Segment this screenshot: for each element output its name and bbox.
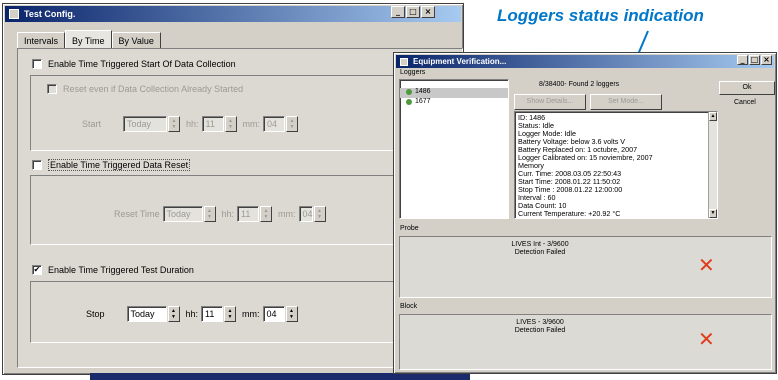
- block-line2: Detection Failed: [514, 327, 566, 334]
- block-label: Block: [400, 303, 418, 310]
- window-controls: _ □ ×: [391, 6, 435, 18]
- collection-mm-label: mm:: [242, 119, 261, 129]
- collection-reset-label: Reset even if Data Collection Already St…: [63, 84, 244, 94]
- tab-by-value[interactable]: By Value: [111, 32, 161, 49]
- duration-day-spin[interactable]: ▲ ▼: [167, 306, 180, 322]
- duration-stop-label: Stop: [86, 309, 105, 319]
- duration-hh-label: hh:: [185, 309, 199, 319]
- found-loggers-text: 8/38400- Found 2 loggers: [539, 81, 620, 88]
- collection-start-row: Start Today ▲ ▼ hh: 11 ▲ ▼ mm: 04 ▲ ▼: [79, 116, 301, 132]
- collection-enable-checkbox[interactable]: [32, 59, 42, 69]
- collection-hh-field[interactable]: 11: [201, 116, 224, 132]
- ok-button[interactable]: Ok: [719, 81, 775, 95]
- collection-enable-label: Enable Time Triggered Start Of Data Coll…: [48, 59, 236, 69]
- cancel-button[interactable]: Cancel: [734, 99, 756, 106]
- equipment-maximize-icon[interactable]: □: [749, 55, 760, 65]
- collection-enable-row: Enable Time Triggered Start Of Data Coll…: [32, 59, 236, 69]
- set-mode-button[interactable]: Set Mode...: [590, 94, 662, 110]
- equipment-app-icon: [400, 57, 408, 66]
- logger-item-1486[interactable]: 1486: [406, 88, 431, 95]
- equipment-title: Equipment Verification...: [413, 57, 507, 66]
- duration-enable-label: Enable Time Triggered Test Duration: [48, 265, 194, 275]
- tab-strip: Intervals By Time By Value: [17, 30, 161, 49]
- block-failed-cross-icon: ✕: [698, 327, 715, 351]
- logger-item-1677[interactable]: 1677: [406, 98, 431, 105]
- block-box: LIVES - 3/9600 Detection Failed ✕: [399, 314, 772, 370]
- collection-hh-spin[interactable]: ▲ ▼: [224, 116, 237, 132]
- duration-hh-field[interactable]: 11: [201, 306, 224, 322]
- collection-day-field[interactable]: Today: [123, 116, 168, 132]
- close-icon[interactable]: ×: [421, 6, 435, 18]
- loggers-label: Loggers: [400, 69, 426, 76]
- reset-hh-label: hh:: [221, 209, 235, 219]
- reset-time-row: Reset Time Today ▲ ▼ hh: 11 ▲ ▼ mm: 04 ▲ ▼: [111, 206, 329, 222]
- equipment-window-controls: _ □ ×: [737, 55, 772, 65]
- equipment-window: Equipment Verification... _ □ × Loggers …: [393, 52, 777, 374]
- reset-time-label: Reset Time: [114, 209, 160, 219]
- logger-id: 1486: [415, 88, 431, 95]
- reset-mm-spin[interactable]: ▲ ▼: [313, 206, 326, 222]
- duration-hh-spin[interactable]: ▲ ▼: [224, 306, 237, 322]
- taskbar-strip: [90, 373, 470, 380]
- probe-box: LIVES Int - 3/9600 Detection Failed ✕: [399, 236, 772, 298]
- equipment-minimize-icon[interactable]: _: [737, 55, 748, 65]
- info-scrollbar[interactable]: ▲ ▼: [708, 112, 717, 218]
- logger-icon: [406, 98, 412, 105]
- collection-hh-label: hh:: [186, 119, 199, 129]
- duration-enable-checkbox[interactable]: ✔: [32, 265, 42, 275]
- collection-day-spin[interactable]: ▲ ▼: [168, 116, 181, 132]
- loggers-list[interactable]: 1486 1677: [399, 79, 509, 219]
- probe-line1: LIVES Int - 3/9600: [511, 241, 569, 248]
- reset-enable-label: Enable Time Triggered Data Reset: [48, 159, 191, 171]
- duration-enable-row: ✔ Enable Time Triggered Test Duration: [32, 265, 194, 275]
- block-line1: LIVES - 3/9600: [516, 319, 564, 326]
- equipment-titlebar[interactable]: Equipment Verification...: [396, 55, 774, 68]
- reset-hh-spin[interactable]: ▲ ▼: [260, 206, 273, 222]
- collection-reset-row: Reset even if Data Collection Already St…: [47, 84, 243, 94]
- minimize-icon[interactable]: _: [391, 6, 405, 18]
- logger-id: 1677: [415, 98, 431, 105]
- show-details-button[interactable]: Show Details...: [514, 94, 586, 110]
- collection-reset-checkbox[interactable]: [47, 84, 57, 94]
- reset-day-spin[interactable]: ▲ ▼: [203, 206, 216, 222]
- reset-day-field[interactable]: Today: [162, 206, 203, 222]
- duration-mm-field[interactable]: 04: [262, 306, 285, 322]
- reset-mm-field[interactable]: 04: [298, 206, 313, 222]
- info-line: Current Temperature: +20.92 °C: [518, 209, 621, 218]
- probe-failed-cross-icon: ✕: [698, 253, 715, 277]
- tab-by-time[interactable]: By Time: [65, 30, 112, 49]
- collection-start-label: Start: [82, 119, 102, 129]
- logger-icon: [406, 88, 412, 95]
- tab-intervals[interactable]: Intervals: [17, 32, 66, 49]
- app-icon: [9, 9, 19, 19]
- scroll-down-icon[interactable]: ▼: [709, 209, 717, 218]
- probe-label: Probe: [400, 225, 419, 232]
- collection-mm-field[interactable]: 04: [263, 116, 286, 132]
- info-line: Logger Calibrated on: 15 noviembre, 2007: [518, 153, 653, 162]
- reset-mm-label: mm:: [278, 209, 296, 219]
- reset-enable-row: Enable Time Triggered Data Reset: [32, 159, 191, 171]
- scroll-up-icon[interactable]: ▲: [709, 112, 717, 121]
- reset-hh-field[interactable]: 11: [237, 206, 260, 222]
- duration-mm-spin[interactable]: ▲ ▼: [285, 306, 298, 322]
- equipment-close-icon[interactable]: ×: [761, 55, 772, 65]
- duration-mm-label: mm:: [242, 309, 260, 319]
- duration-stop-row: Stop Today ▲ ▼ hh: 11 ▲ ▼ mm: 04 ▲ ▼: [83, 306, 301, 322]
- duration-day-field[interactable]: Today: [126, 306, 167, 322]
- probe-line2: Detection Failed: [514, 249, 566, 256]
- reset-enable-checkbox[interactable]: [32, 160, 42, 170]
- test-config-title: Test Config.: [24, 9, 76, 19]
- collection-mm-spin[interactable]: ▲ ▼: [286, 116, 299, 132]
- maximize-icon[interactable]: □: [406, 6, 420, 18]
- logger-info-box: ID: 1486 Status: Idle Logger Mode: Idle …: [514, 111, 718, 219]
